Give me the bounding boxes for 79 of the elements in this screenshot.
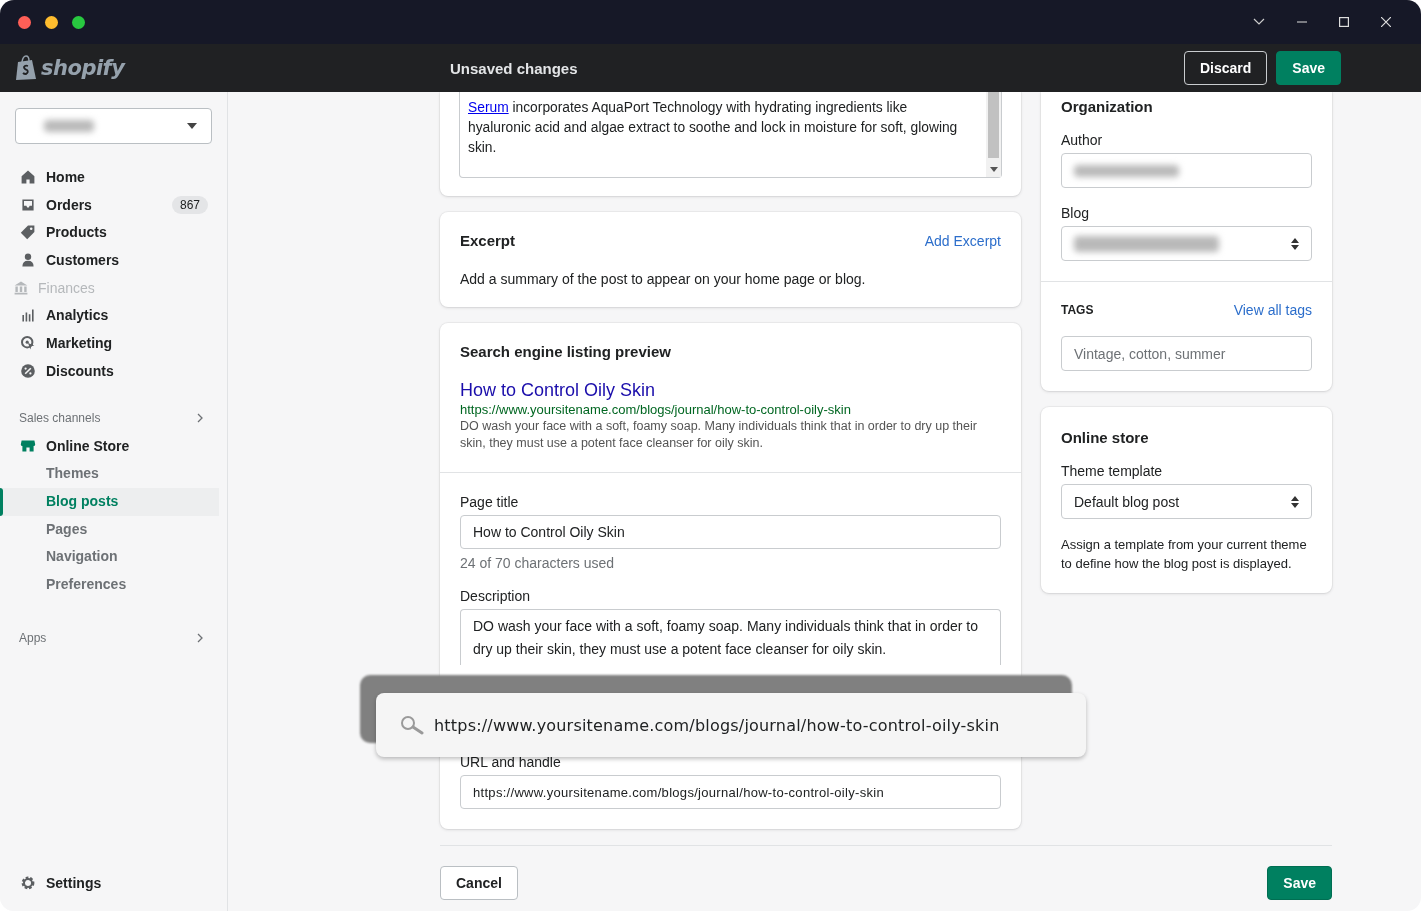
shopping-bag-icon bbox=[15, 55, 37, 81]
chevron-right-icon[interactable] bbox=[197, 412, 203, 423]
nav-item[interactable]: Marketing bbox=[0, 329, 227, 357]
settings-icon bbox=[20, 875, 36, 892]
sub-nav-item[interactable]: Blog posts bbox=[0, 487, 219, 516]
chevron-right-icon[interactable] bbox=[197, 632, 203, 643]
home-icon bbox=[20, 168, 36, 185]
save-button[interactable]: Save bbox=[1267, 866, 1332, 900]
bar-chart-icon bbox=[20, 307, 36, 324]
nav-item[interactable]: Home bbox=[0, 163, 227, 191]
url-text: https://www.yoursitename.com/blogs/journal/how-to-control-oily-skin bbox=[434, 715, 1000, 735]
storefront-icon bbox=[20, 438, 36, 455]
url-search-dialog[interactable]: https://www.yoursitename.com/blogs/journal/how-to-control-oily-skin bbox=[376, 693, 1086, 757]
template-help-text: Assign a template from your current theme to define how the blog post is displayed. bbox=[1061, 536, 1308, 573]
post-body-text: Serum incorporates AquaPort Technology with hydrating ingredients like hyaluronic acid and algae extract to soothe and lock in moisture for soft, glowing skin. bbox=[468, 99, 959, 157]
section-label: TAGS bbox=[1061, 303, 1094, 317]
caret-icon bbox=[187, 123, 197, 129]
badge-icon bbox=[20, 362, 36, 379]
content-editor[interactable]: Serum incorporates AquaPort Technology with hydrating ingredients like hyaluronic acid and algae extract to soothe and lock in moisture for soft, glowing skin. bbox=[459, 92, 1002, 178]
close-icon[interactable] bbox=[1381, 17, 1391, 27]
tags-field[interactable]: Vintage, cotton, summer bbox=[1061, 336, 1312, 371]
field-label: URL and handle bbox=[460, 754, 562, 770]
add-excerpt-link[interactable]: Add Excerpt bbox=[924, 232, 1001, 249]
card-title: Organization bbox=[1061, 98, 1154, 115]
count-badge: 867 bbox=[171, 195, 208, 214]
field-label: Author bbox=[1061, 132, 1104, 148]
section-label: Sales channels bbox=[19, 410, 101, 425]
page-status-title: Unsaved changes bbox=[450, 59, 579, 77]
nav-item[interactable]: Discounts bbox=[0, 356, 227, 385]
target-icon bbox=[20, 334, 36, 351]
nav-item[interactable]: Products bbox=[0, 218, 227, 247]
nav-item[interactable]: Orders 867 bbox=[0, 190, 227, 219]
author-field[interactable] bbox=[1061, 153, 1312, 188]
preview-description: DO wash your face with a soft, foamy soap. Many individuals think that in order to dry up their skin, they must use a potent face cleanser for oily skin. bbox=[460, 418, 978, 452]
sub-nav-item[interactable]: Themes bbox=[0, 460, 219, 488]
sub-nav-item[interactable]: Preferences bbox=[0, 570, 219, 599]
maximize-icon[interactable] bbox=[1339, 17, 1349, 27]
field-label: Page title bbox=[460, 494, 520, 510]
character-count: 24 of 70 characters used bbox=[460, 555, 616, 571]
settings-nav-item[interactable]: Settings bbox=[0, 869, 227, 897]
field-label: Description bbox=[460, 588, 532, 604]
up-down-arrows-icon bbox=[1291, 495, 1299, 508]
field-label: Theme template bbox=[1061, 463, 1164, 479]
zoom-window-dot[interactable] bbox=[72, 15, 85, 29]
nav-item[interactable]: Customers bbox=[0, 246, 227, 274]
sub-nav-item[interactable]: Navigation bbox=[0, 543, 219, 571]
scroll-down-arrow-icon[interactable] bbox=[990, 167, 998, 172]
page-title-field[interactable]: How to Control Oily Skin bbox=[460, 515, 1001, 549]
search-icon bbox=[400, 715, 424, 735]
up-down-arrows-icon bbox=[1291, 237, 1299, 250]
nav-item[interactable]: Analytics bbox=[0, 301, 227, 330]
theme-template-select[interactable]: Default blog post bbox=[1061, 484, 1312, 519]
bank-icon bbox=[13, 279, 29, 296]
card-title: Excerpt bbox=[460, 232, 516, 249]
discard-button[interactable]: Discard bbox=[1183, 51, 1268, 85]
inline-link[interactable]: Serum bbox=[468, 100, 509, 115]
preview-title-link[interactable]: How to Control Oily Skin bbox=[460, 380, 1001, 401]
close-window-dot[interactable] bbox=[18, 15, 31, 29]
sub-nav-item[interactable]: Pages bbox=[0, 515, 219, 544]
person-icon bbox=[20, 251, 36, 268]
field-label: Blog bbox=[1061, 205, 1091, 221]
description-field[interactable]: DO wash your face with a soft, foamy soap. Many individuals think that in order to dry up their skin, they must use a potent face cleanser for oily skin. bbox=[460, 609, 1001, 665]
chevron-down-icon[interactable] bbox=[1253, 18, 1265, 26]
preview-url: https://www.yoursitename.com/blogs/journal/how-to-control-oily-skin bbox=[460, 402, 852, 417]
view-all-tags-link[interactable]: View all tags bbox=[1233, 302, 1312, 318]
cancel-button[interactable]: Cancel bbox=[440, 866, 518, 900]
tag-icon bbox=[20, 224, 36, 241]
section-label: Apps bbox=[19, 630, 47, 645]
logo-text: shopify bbox=[41, 56, 125, 80]
nav-item[interactable]: Online Store bbox=[0, 432, 227, 461]
scrollbar[interactable] bbox=[986, 92, 1001, 177]
inbox-icon bbox=[20, 196, 36, 213]
excerpt-hint: Add a summary of the post to appear on your home page or blog. bbox=[460, 271, 867, 287]
url-handle-field[interactable]: https://www.yoursitename.com/blogs/journal/how-to-control-oily-skin bbox=[460, 775, 1001, 809]
card-title: Online store bbox=[1061, 429, 1150, 446]
save-button[interactable]: Save bbox=[1276, 51, 1341, 85]
card-title: Search engine listing preview bbox=[460, 343, 672, 360]
minimize-window-dot[interactable] bbox=[45, 15, 58, 29]
blurred-store-name bbox=[44, 120, 94, 132]
